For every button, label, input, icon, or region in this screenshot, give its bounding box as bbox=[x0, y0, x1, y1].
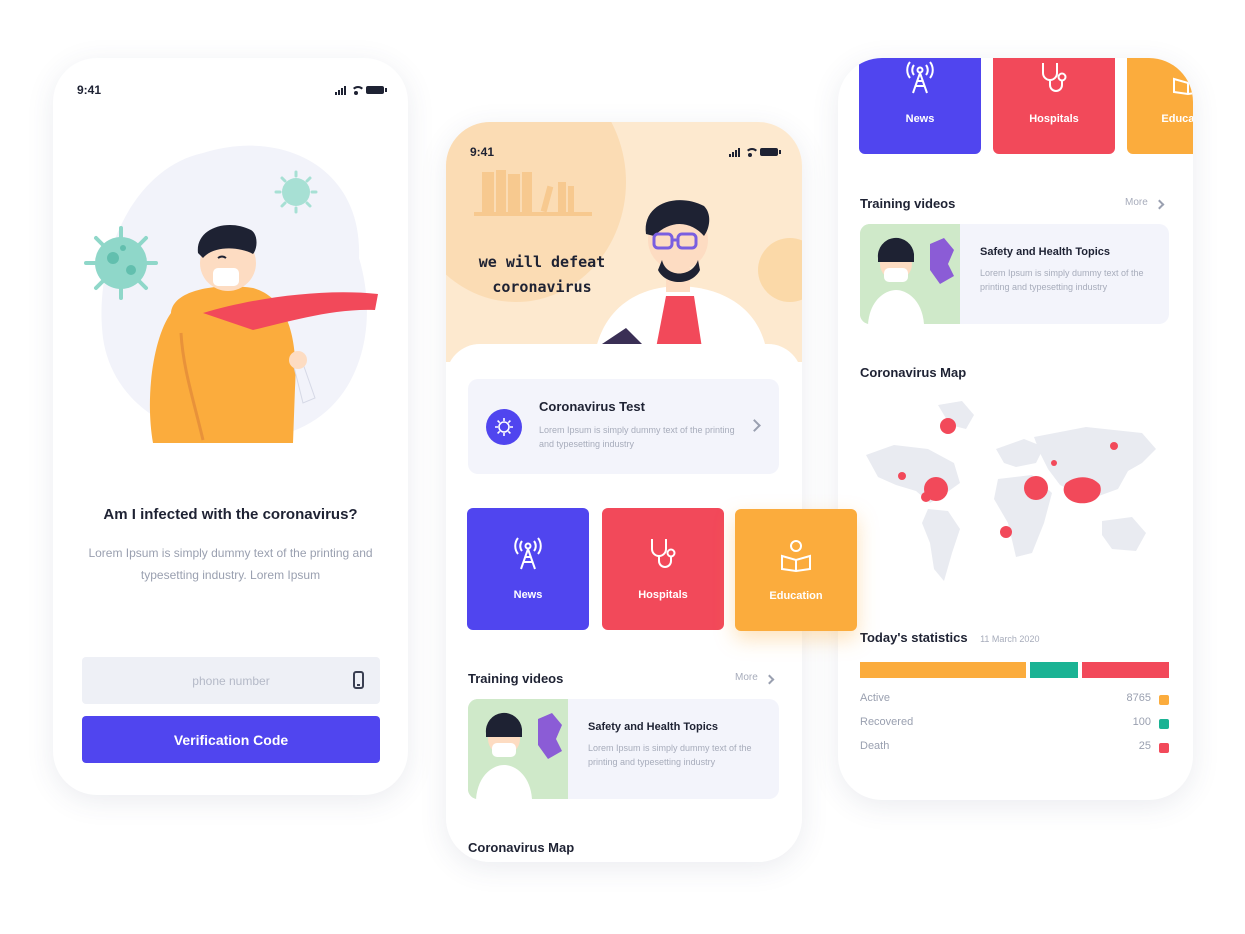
login-description: Lorem Ipsum is simply dummy text of the … bbox=[88, 546, 373, 582]
video-description: Lorem Ipsum is simply dummy text of the … bbox=[980, 268, 1144, 292]
verification-code-button[interactable]: Verification Code bbox=[82, 716, 380, 763]
virus-icon bbox=[486, 409, 522, 445]
tile-hospitals[interactable]: Hospitals bbox=[602, 508, 724, 630]
hero-slogan: we will defeat coronavirus bbox=[478, 253, 606, 296]
stat-row-recovered: Recovered 100 bbox=[860, 716, 1169, 732]
phone-number-input[interactable] bbox=[121, 673, 341, 688]
virus-small-icon bbox=[274, 170, 318, 214]
video-description: Lorem Ipsum is simply dummy text of the … bbox=[588, 743, 752, 767]
chevron-right-icon bbox=[1154, 199, 1165, 210]
antenna-icon bbox=[514, 537, 542, 570]
training-video-card[interactable]: Safety and Health Topics Lorem Ipsum is … bbox=[468, 699, 779, 799]
stat-segment-death bbox=[1082, 662, 1169, 678]
reader-icon bbox=[781, 540, 811, 572]
chevron-right-icon bbox=[748, 419, 761, 432]
stats-date: 11 March 2020 bbox=[980, 634, 1040, 644]
legend-swatch bbox=[1159, 695, 1169, 705]
signal-icon bbox=[729, 147, 740, 157]
stat-segment-recovered bbox=[1030, 662, 1078, 678]
tile-news-top[interactable]: News bbox=[859, 58, 981, 154]
tile-label: Hospitals bbox=[638, 589, 688, 601]
reader-icon bbox=[1173, 63, 1193, 95]
tile-label: Education bbox=[769, 590, 823, 602]
doctor-illustration bbox=[596, 200, 766, 348]
tile-education-top[interactable]: Education bbox=[1127, 58, 1193, 154]
status-bar: 9:41 bbox=[470, 142, 781, 162]
coronavirus-map-title: Coronavirus Map bbox=[468, 840, 575, 855]
mobile-phone-icon bbox=[353, 671, 364, 689]
sick-person-illustration bbox=[84, 145, 378, 443]
video-title: Safety and Health Topics bbox=[588, 721, 718, 733]
video-title: Safety and Health Topics bbox=[980, 246, 1110, 258]
tile-education[interactable]: Education bbox=[735, 509, 857, 631]
legend-swatch bbox=[1159, 743, 1169, 753]
tile-label: News bbox=[513, 589, 543, 601]
virus-icon bbox=[84, 226, 158, 300]
bookshelf-illustration bbox=[474, 170, 592, 216]
training-videos-title: Training videos bbox=[468, 671, 564, 686]
status-time: 9:41 bbox=[470, 145, 495, 159]
stats-progress-bar bbox=[860, 662, 1169, 678]
login-screen: 9:41 Am I infected with the coronavirus?… bbox=[53, 58, 408, 795]
stethoscope-icon bbox=[1042, 63, 1067, 92]
wifi-icon bbox=[744, 147, 759, 157]
statistics-screen: News Hospitals Education Training videos… bbox=[838, 58, 1193, 800]
tile-hospitals-top[interactable]: Hospitals bbox=[993, 58, 1115, 154]
home-screen: we will defeat coronavirus 9:41 Coronavi… bbox=[446, 122, 857, 862]
battery-icon bbox=[760, 148, 781, 156]
tile-label: News bbox=[905, 113, 935, 125]
doctor-thumbnail bbox=[860, 224, 960, 324]
world-map bbox=[866, 401, 1156, 581]
stethoscope-icon bbox=[651, 539, 676, 568]
login-title: Am I infected with the coronavirus? bbox=[103, 506, 358, 523]
more-link[interactable]: More bbox=[735, 672, 758, 683]
test-card-description: Lorem Ipsum is simply dummy text of the … bbox=[539, 425, 735, 449]
more-link[interactable]: More bbox=[1125, 197, 1148, 208]
stats-title: Today's statistics bbox=[860, 630, 968, 645]
doctor-thumbnail bbox=[468, 699, 568, 799]
antenna-icon bbox=[906, 61, 934, 94]
test-card-title: Coronavirus Test bbox=[539, 399, 645, 414]
tile-label: Education bbox=[1161, 113, 1193, 125]
training-video-card[interactable]: Safety and Health Topics Lorem Ipsum is … bbox=[860, 224, 1169, 324]
coronavirus-map-title: Coronavirus Map bbox=[860, 365, 967, 380]
phone-input-field[interactable] bbox=[82, 657, 380, 704]
stat-row-death: Death 25 bbox=[860, 740, 1169, 756]
tile-news[interactable]: News bbox=[467, 508, 589, 630]
legend-swatch bbox=[1159, 719, 1169, 729]
stat-row-active: Active 8765 bbox=[860, 692, 1169, 708]
tile-label: Hospitals bbox=[1029, 113, 1079, 125]
training-videos-title: Training videos bbox=[860, 196, 956, 211]
coronavirus-test-card[interactable]: Coronavirus Test Lorem Ipsum is simply d… bbox=[468, 379, 779, 474]
stat-segment-active bbox=[860, 662, 1026, 678]
stats-header: Today's statistics 11 March 2020 bbox=[860, 629, 1039, 647]
